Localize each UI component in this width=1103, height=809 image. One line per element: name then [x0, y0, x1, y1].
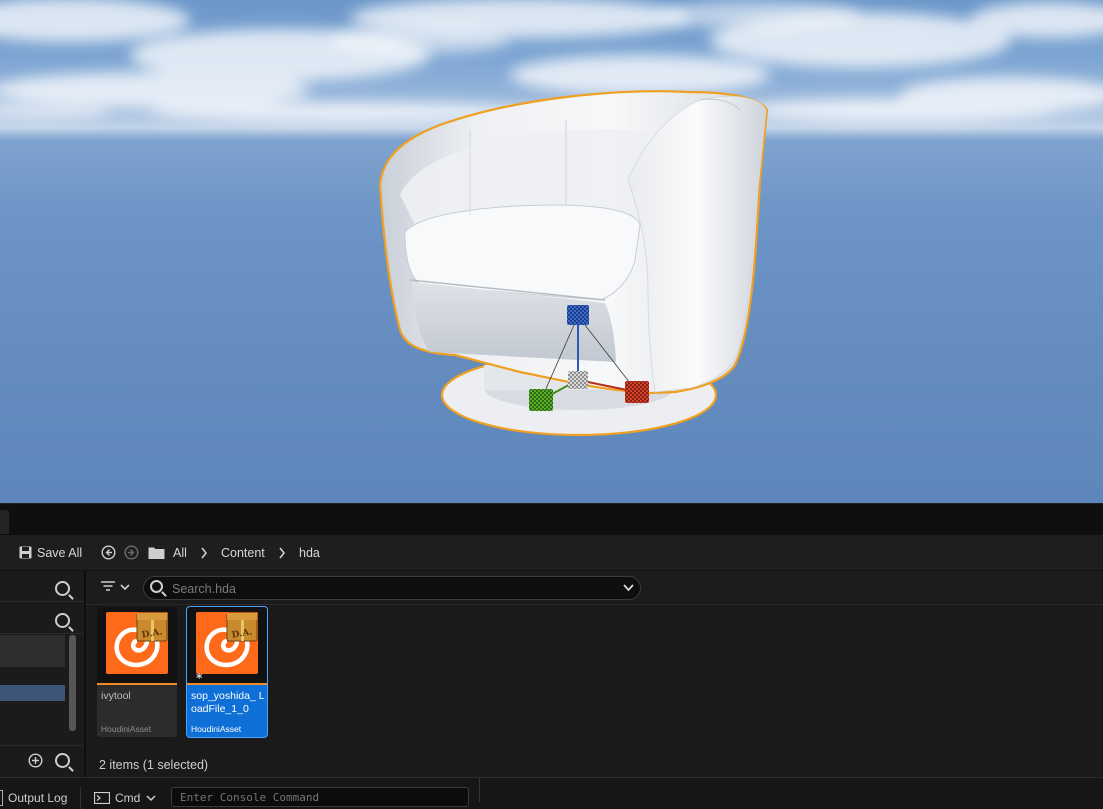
console-command-input[interactable]	[171, 787, 469, 807]
asset-tile-selected[interactable]: D.A. * sop_yoshida_ LoadFile_1_0 Houdini…	[187, 607, 267, 737]
save-all-label: Save All	[37, 545, 83, 560]
chevron-down-icon[interactable]	[623, 583, 634, 592]
asset-name: ivytool	[101, 690, 131, 702]
search-icon	[150, 580, 163, 593]
viewport-scene	[0, 0, 1103, 437]
chevron-right-icon[interactable]	[200, 535, 208, 570]
search-icon[interactable]	[55, 753, 70, 768]
chevron-down-icon	[120, 584, 130, 591]
houdini-asset-icon: D.A.	[106, 612, 168, 674]
cmd-dropdown[interactable]: Cmd	[94, 787, 156, 809]
sources-panel	[0, 571, 86, 777]
breadcrumb-content-label: Content	[221, 545, 265, 560]
folder-tree-item-selected[interactable]	[0, 685, 65, 701]
asset-view: D.A. ivytool HoudiniAsset D.A. * sop_yos…	[86, 571, 1103, 777]
bottom-status-bar: Output Log Cmd	[0, 777, 1103, 809]
breadcrumb-hda[interactable]: hda	[299, 535, 320, 570]
asset-name: sop_yoshida_ LoadFile_1_0	[191, 690, 265, 715]
chevron-right-icon[interactable]	[278, 535, 286, 570]
breadcrumb-all[interactable]: All	[173, 535, 187, 570]
filter-bar	[86, 571, 1103, 605]
favorites-search-row[interactable]	[0, 573, 84, 602]
search-input[interactable]	[170, 579, 614, 598]
divider	[479, 778, 480, 802]
houdini-asset-icon: D.A. *	[196, 612, 258, 685]
content-browser-toolbar: Save All All Content hda	[0, 535, 1103, 571]
folder-tree-item[interactable]	[0, 635, 65, 667]
breadcrumb-hda-label: hda	[299, 545, 320, 560]
output-log-label: Output Log	[8, 791, 68, 805]
back-button[interactable]	[101, 535, 116, 570]
forward-button[interactable]	[124, 535, 139, 570]
folder-tree-scrollbar[interactable]	[69, 635, 76, 731]
save-icon	[19, 546, 32, 559]
panel-tab-bar	[0, 503, 1103, 536]
asset-thumbnail: D.A.	[97, 607, 177, 683]
folder-button[interactable]	[148, 535, 165, 570]
save-all-button[interactable]: Save All	[19, 535, 82, 570]
forward-icon	[124, 545, 139, 560]
add-icon[interactable]	[28, 753, 43, 768]
asset-thumbnail: D.A. *	[187, 607, 267, 685]
filter-button[interactable]	[100, 580, 132, 597]
output-log-button[interactable]: Output Log	[0, 787, 81, 809]
asset-type-bar	[187, 683, 267, 685]
folder-icon	[148, 547, 165, 559]
console-icon	[94, 792, 110, 804]
breadcrumb-all-label: All	[173, 545, 187, 560]
asset-type: HoudiniAsset	[191, 724, 242, 734]
asset-type-bar	[97, 683, 177, 685]
cmd-label: Cmd	[115, 791, 141, 805]
search-icon[interactable]	[55, 581, 70, 596]
search-box[interactable]	[143, 576, 641, 600]
breadcrumb-content[interactable]: Content	[221, 535, 265, 570]
output-log-icon	[0, 790, 3, 806]
search-icon[interactable]	[55, 613, 70, 628]
asset-type: HoudiniAsset	[101, 724, 152, 734]
asset-tile[interactable]: D.A. ivytool HoudiniAsset	[97, 607, 177, 737]
collections-row	[0, 745, 84, 776]
folders-search-row[interactable]	[0, 605, 84, 634]
back-icon	[101, 545, 116, 560]
unsaved-asterisk-icon: *	[196, 671, 203, 683]
filter-icon	[101, 581, 130, 591]
level-viewport[interactable]	[0, 0, 1103, 503]
panel-tab[interactable]	[0, 510, 9, 534]
item-count-status: 2 items (1 selected)	[99, 758, 209, 772]
